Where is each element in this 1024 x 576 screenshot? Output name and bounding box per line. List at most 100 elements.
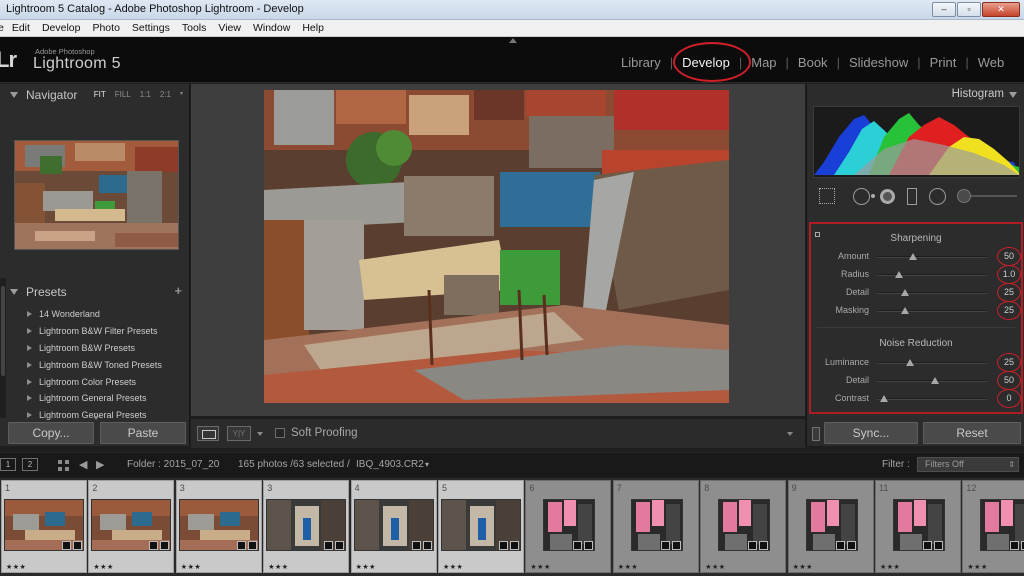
navigator-preview[interactable]	[14, 140, 179, 250]
menu-view[interactable]: View	[212, 22, 247, 34]
filmstrip-thumbnail[interactable]: 4 ★★★	[350, 480, 437, 573]
slider-track[interactable]	[877, 377, 987, 384]
zoom-fit[interactable]: FIT	[94, 90, 106, 99]
crop-badge-icon[interactable]	[671, 541, 681, 550]
filter-select[interactable]: Filters Off ⇕	[917, 457, 1019, 472]
develop-settings-badge-icon[interactable]	[236, 541, 246, 550]
preset-folder[interactable]: Lightroom General Presets	[0, 390, 186, 407]
crop-overlay-icon[interactable]	[819, 188, 835, 204]
zoom-more-icon[interactable]: ▾	[180, 90, 183, 99]
main-photo[interactable]	[264, 90, 729, 403]
slider-thumb[interactable]	[900, 307, 909, 314]
crop-badge-icon[interactable]	[510, 541, 519, 550]
menu-tools[interactable]: Tools	[176, 22, 213, 34]
filmstrip-thumbnail[interactable]: 5 ★★★	[438, 480, 524, 573]
develop-settings-badge-icon[interactable]	[499, 541, 508, 550]
module-print[interactable]: Print	[921, 55, 966, 70]
before-after-menu-icon[interactable]	[257, 432, 263, 436]
develop-settings-badge-icon[interactable]	[1010, 541, 1020, 550]
slider-thumb[interactable]	[931, 377, 940, 384]
slider-thumb[interactable]	[879, 395, 888, 402]
menu-photo[interactable]: Photo	[86, 22, 125, 34]
preset-folder[interactable]: Lightroom B&W Toned Presets	[0, 356, 186, 373]
zoom-2-1[interactable]: 2:1	[160, 90, 171, 99]
develop-settings-badge-icon[interactable]	[411, 541, 421, 550]
slider-thumb[interactable]	[906, 359, 914, 366]
toggle-switch-icon[interactable]	[812, 427, 820, 441]
preset-folder[interactable]: 14 Wonderland	[0, 306, 186, 323]
module-library[interactable]: Library	[612, 55, 670, 70]
zoom-1-1[interactable]: 1:1	[140, 90, 151, 99]
crop-badge-icon[interactable]	[422, 541, 432, 550]
collapse-top-panel-icon[interactable]	[509, 38, 517, 43]
crop-badge-icon[interactable]	[584, 541, 594, 550]
slider-track[interactable]	[877, 289, 987, 296]
minimize-button[interactable]: –	[932, 2, 956, 17]
develop-settings-badge-icon[interactable]	[62, 541, 71, 550]
module-book[interactable]: Book	[789, 55, 837, 70]
develop-settings-badge-icon[interactable]	[923, 541, 932, 550]
filmstrip-thumbnail[interactable]: 12 ★★★	[962, 480, 1024, 573]
slider-track[interactable]	[877, 395, 987, 402]
soft-proofing-checkbox[interactable]	[275, 428, 285, 438]
second-window-button[interactable]: 2	[22, 458, 38, 471]
histogram[interactable]	[813, 106, 1020, 178]
selected-filename[interactable]: IBQ_4903.CR2	[356, 459, 424, 470]
menu-window[interactable]: Window	[247, 22, 296, 34]
grid-view-icon[interactable]	[58, 460, 69, 471]
adjustment-brush-icon[interactable]	[957, 189, 971, 203]
filmstrip-thumbnail[interactable]: 3 ★★★	[263, 480, 350, 573]
add-preset-icon[interactable]: +	[174, 283, 182, 298]
module-slideshow[interactable]: Slideshow	[840, 55, 917, 70]
preset-folder[interactable]: Lightroom B&W Presets	[0, 340, 186, 357]
slider-value[interactable]: 25	[997, 357, 1021, 367]
previous-arrow-icon[interactable]: ◀	[79, 458, 87, 471]
develop-settings-badge-icon[interactable]	[573, 541, 583, 550]
develop-settings-badge-icon[interactable]	[748, 541, 758, 550]
collapse-triangle-icon[interactable]	[1009, 92, 1017, 98]
copy-button[interactable]: Copy...	[8, 422, 94, 444]
filmstrip-thumbnail[interactable]: 2 ★★★	[88, 480, 175, 573]
slider-value[interactable]: 1.0	[997, 269, 1021, 279]
filmstrip-thumbnail[interactable]: 11 ★★★	[875, 480, 961, 573]
zoom-fill[interactable]: FILL	[115, 90, 131, 99]
slider-track[interactable]	[877, 359, 987, 366]
filmstrip-thumbnail[interactable]: 6 ★★★	[525, 480, 612, 573]
slider-value[interactable]: 25	[997, 305, 1021, 315]
module-web[interactable]: Web	[969, 55, 1014, 70]
before-after-button[interactable]: Y|Y	[227, 426, 251, 441]
menu-help[interactable]: Help	[296, 22, 330, 34]
filmstrip-thumbnail[interactable]: 7 ★★★	[612, 480, 699, 573]
crop-badge-icon[interactable]	[934, 541, 943, 550]
filmstrip-thumbnail[interactable]: 1 ★★★	[1, 480, 87, 573]
slider-value[interactable]: 50	[997, 251, 1021, 261]
crop-badge-icon[interactable]	[846, 541, 856, 550]
sync-button[interactable]: Sync...	[824, 422, 918, 444]
crop-badge-icon[interactable]	[335, 541, 345, 550]
graduated-filter-icon[interactable]	[907, 188, 917, 205]
menu-develop[interactable]: Develop	[36, 22, 87, 34]
crop-badge-icon[interactable]	[73, 541, 82, 550]
presets-header[interactable]: Presets +	[0, 281, 190, 303]
filename-dropdown-icon[interactable]: ▾	[425, 460, 429, 469]
red-eye-icon[interactable]	[880, 189, 895, 204]
brush-size-slider[interactable]	[971, 195, 1017, 197]
loupe-view-button[interactable]	[197, 426, 219, 441]
slider-value[interactable]: 50	[997, 375, 1021, 385]
radial-filter-icon[interactable]	[929, 188, 946, 205]
menu-edit[interactable]: Edit	[6, 22, 36, 34]
slider-track[interactable]	[877, 271, 987, 278]
slider-track[interactable]	[877, 307, 987, 314]
crop-badge-icon[interactable]	[160, 541, 170, 550]
preset-folder[interactable]: Lightroom Color Presets	[0, 373, 186, 390]
restore-button[interactable]: ▫	[957, 2, 981, 17]
crop-badge-icon[interactable]	[247, 541, 257, 550]
slider-track[interactable]	[877, 253, 987, 260]
filmstrip-thumbnail[interactable]: 3 ★★★	[175, 480, 262, 573]
develop-settings-badge-icon[interactable]	[835, 541, 845, 550]
folder-label[interactable]: Folder : 2015_07_20	[127, 459, 219, 470]
spot-removal-icon[interactable]	[853, 188, 870, 205]
paste-button[interactable]: Paste	[100, 422, 186, 444]
close-button[interactable]: ✕	[982, 2, 1020, 17]
slider-thumb[interactable]	[909, 253, 918, 260]
